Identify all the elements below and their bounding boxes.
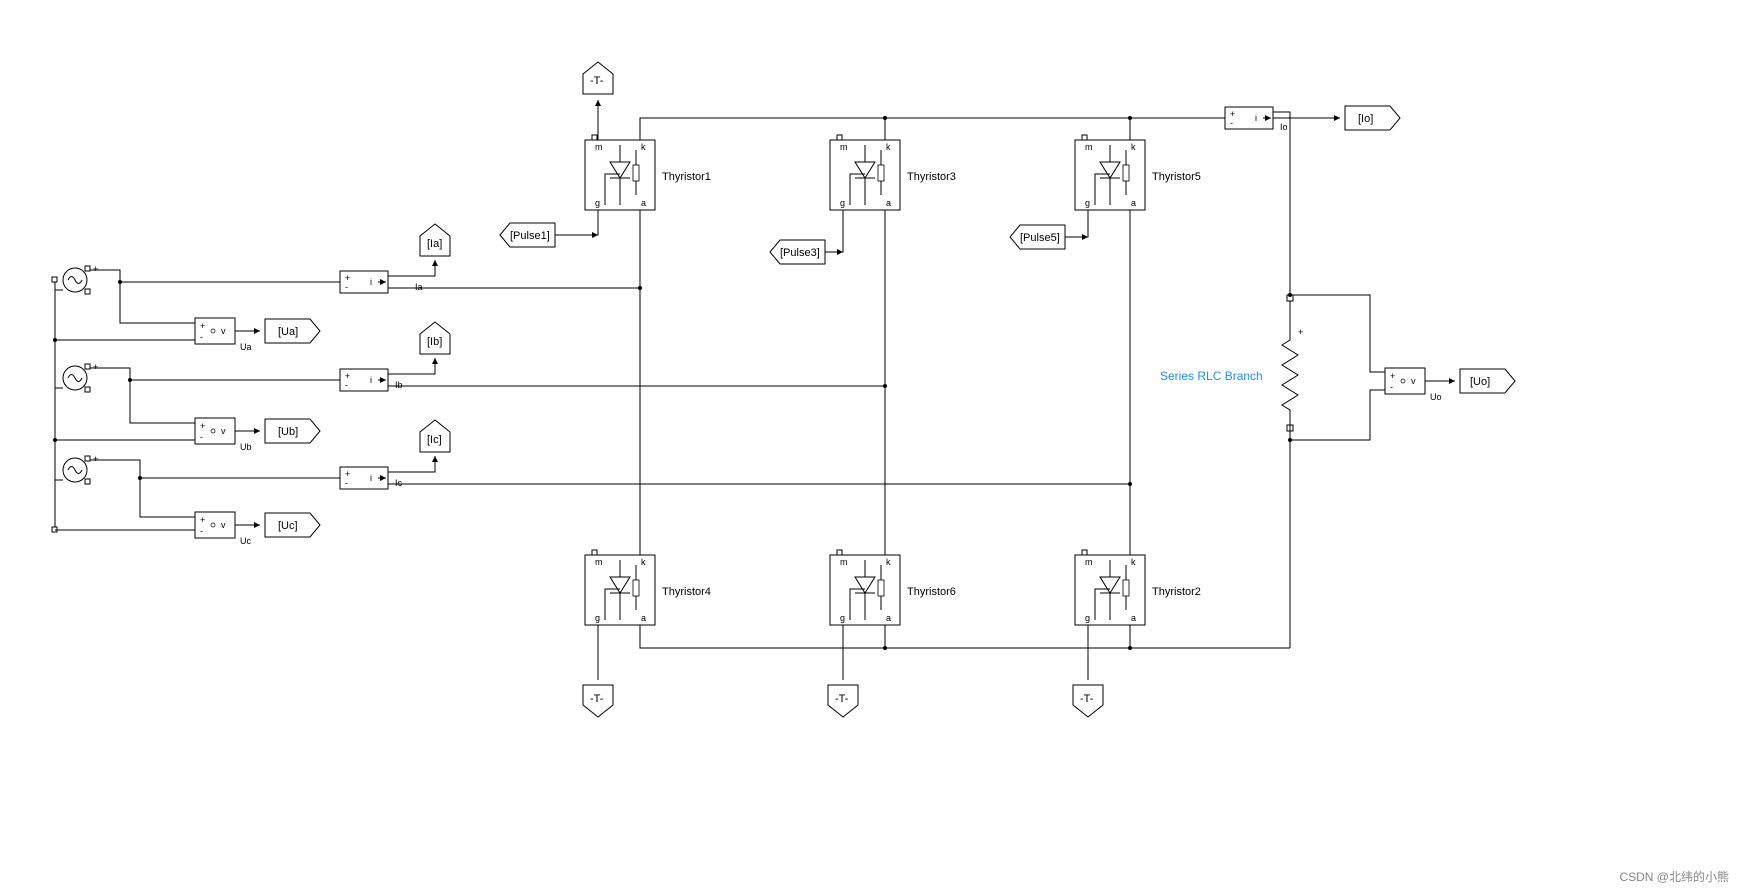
ib-sig: Ib bbox=[395, 380, 403, 390]
current-sensor-ib[interactable] bbox=[340, 369, 388, 391]
ac-source-b[interactable] bbox=[63, 362, 98, 392]
ua-tag: [Ua] bbox=[278, 326, 298, 338]
ua-label: Ua bbox=[240, 342, 252, 352]
voltage-sensor-uc[interactable] bbox=[195, 512, 235, 538]
uo-tag: [Uo] bbox=[1470, 376, 1490, 388]
watermark: CSDN @北纬的小熊 bbox=[1619, 868, 1729, 885]
thyristor4-label: Thyristor4 bbox=[662, 586, 711, 598]
current-sensor-ic[interactable] bbox=[340, 467, 388, 489]
pulse1-tag: [Pulse1] bbox=[510, 230, 550, 242]
uo-label: Uo bbox=[1430, 392, 1442, 402]
t6-term: -T- bbox=[835, 693, 849, 705]
pulse3-tag: [Pulse3] bbox=[780, 247, 820, 259]
thyristor5-label: Thyristor5 bbox=[1152, 171, 1201, 183]
uc-tag: [Uc] bbox=[278, 520, 298, 532]
pulse5-tag: [Pulse5] bbox=[1020, 232, 1060, 244]
rlc-label: Series RLC Branch bbox=[1160, 369, 1263, 383]
voltage-sensor-ub[interactable] bbox=[195, 418, 235, 444]
ib-tag: [Ib] bbox=[427, 336, 442, 348]
ia-tag: [Ia] bbox=[427, 238, 442, 250]
ia-sig: Ia bbox=[415, 282, 423, 292]
ic-tag: [Ic] bbox=[427, 434, 442, 446]
uc-label: Uc bbox=[240, 536, 251, 546]
series-rlc-branch[interactable] bbox=[1282, 330, 1298, 420]
thyristor6-block[interactable] bbox=[830, 555, 900, 625]
voltage-sensor-ua[interactable] bbox=[195, 318, 235, 344]
t1-term: -T- bbox=[590, 75, 604, 87]
thyristor5-block[interactable] bbox=[1075, 140, 1145, 210]
thyristor1-block[interactable] bbox=[585, 140, 655, 210]
voltage-sensor-uo[interactable] bbox=[1385, 368, 1425, 394]
thyristor2-block[interactable] bbox=[1075, 555, 1145, 625]
ic-sig: Ic bbox=[395, 478, 403, 488]
t4-term: -T- bbox=[590, 693, 604, 705]
current-sensor-ia[interactable] bbox=[340, 271, 388, 293]
thyristor6-label: Thyristor6 bbox=[907, 586, 956, 598]
ub-label: Ub bbox=[240, 442, 252, 452]
thyristor3-label: Thyristor3 bbox=[907, 171, 956, 183]
io-sig: Io bbox=[1280, 122, 1288, 132]
thyristor1-label: Thyristor1 bbox=[662, 171, 711, 183]
t2-term: -T- bbox=[1080, 693, 1094, 705]
ac-source-a[interactable] bbox=[63, 264, 98, 294]
io-tag: [Io] bbox=[1358, 113, 1373, 125]
ac-source-c[interactable] bbox=[63, 454, 98, 484]
thyristor2-label: Thyristor2 bbox=[1152, 586, 1201, 598]
svg-text:+: + bbox=[1298, 327, 1303, 337]
ub-tag: [Ub] bbox=[278, 426, 298, 438]
thyristor3-block[interactable] bbox=[830, 140, 900, 210]
simulink-diagram: m k g a + + - i + - v bbox=[0, 0, 1749, 895]
current-sensor-io[interactable] bbox=[1225, 107, 1273, 129]
thyristor4-block[interactable] bbox=[585, 555, 655, 625]
